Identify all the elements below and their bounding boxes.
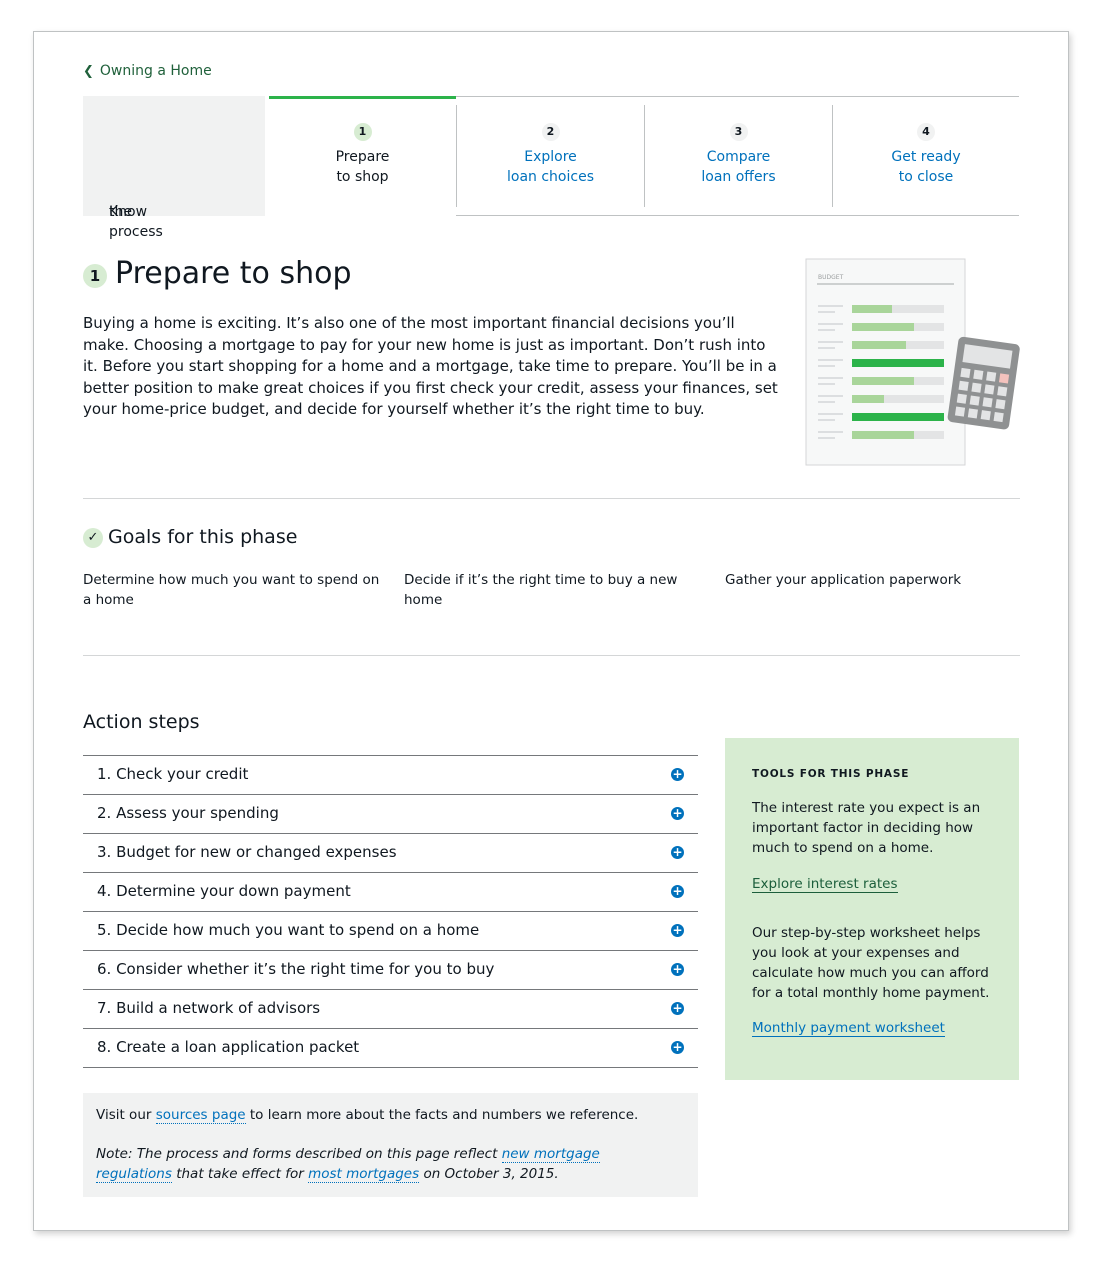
- tools-panel: TOOLS FOR THIS PHASE The interest rate y…: [725, 738, 1019, 1080]
- goal-item: Gather your application paperwork: [725, 572, 962, 588]
- action-step-item[interactable]: 6. Consider whether it’s the right time …: [83, 951, 698, 990]
- expand-plus-icon[interactable]: +: [671, 1041, 684, 1054]
- back-link[interactable]: ❮ Owning a Home: [83, 63, 212, 79]
- tab-label: to close: [898, 169, 954, 185]
- step-number-badge: 3: [729, 123, 748, 141]
- tab-label: Compare: [706, 149, 771, 165]
- tab-label: Get ready: [891, 149, 961, 165]
- action-step-item[interactable]: 3. Budget for new or changed expenses +: [83, 834, 698, 873]
- action-step-label: 8. Create a loan application packet: [97, 1038, 360, 1056]
- action-step-item[interactable]: 1. Check your credit +: [83, 756, 698, 795]
- section-divider: [83, 498, 1020, 499]
- expand-plus-icon[interactable]: +: [671, 807, 684, 820]
- sources-note: Visit our sources page to learn more abo…: [83, 1093, 698, 1197]
- goal-item: Determine how much you want to spend on …: [83, 572, 380, 608]
- goal-item: Decide if it’s the right time to buy a n…: [404, 572, 678, 608]
- tab-label: loan choices: [507, 169, 594, 185]
- tools-text: The interest rate you expect is an impor…: [752, 800, 981, 856]
- action-step-label: 3. Budget for new or changed expenses: [97, 843, 397, 861]
- action-step-item[interactable]: 4. Determine your down payment +: [83, 873, 698, 912]
- tab-explore-loan-choices[interactable]: 2 Explore loan choices: [457, 96, 644, 216]
- note-text: that take effect for: [171, 1166, 309, 1182]
- back-label: Owning a Home: [99, 63, 212, 79]
- step-number-badge: 1: [353, 123, 372, 141]
- chevron-left-icon: ❮: [83, 64, 94, 79]
- expand-plus-icon[interactable]: +: [671, 963, 684, 976]
- action-step-label: 2. Assess your spending: [97, 804, 279, 822]
- action-step-item[interactable]: 5. Decide how much you want to spend on …: [83, 912, 698, 951]
- tools-caption: TOOLS FOR THIS PHASE: [752, 768, 910, 780]
- explore-interest-rates-link[interactable]: Explore interest rates: [752, 876, 898, 893]
- step-number-badge: 4: [917, 123, 935, 141]
- budget-label: BUDGET: [818, 274, 844, 281]
- tab-label: to shop: [336, 169, 389, 185]
- tools-text: Our step-by-step worksheet helps you loo…: [752, 925, 990, 1001]
- action-step-label: 1. Check your credit: [97, 765, 249, 783]
- tab-get-ready-to-close[interactable]: 4 Get ready to close: [833, 96, 1019, 216]
- tabs-bottom-border: [456, 215, 1019, 216]
- intro-paragraph: Buying a home is exciting. It’s also one…: [83, 314, 778, 418]
- tab-know-process[interactable]: Know the process: [83, 96, 265, 240]
- calculator-icon: [947, 336, 1020, 430]
- step-number-badge: 2: [541, 123, 560, 141]
- action-step-label: 5. Decide how much you want to spend on …: [97, 921, 480, 939]
- tab-label: Explore: [524, 149, 577, 165]
- sources-page-link[interactable]: sources page: [155, 1107, 246, 1124]
- phase-number-badge: 1: [83, 264, 107, 288]
- action-steps-heading: Action steps: [83, 711, 200, 733]
- action-step-item[interactable]: 8. Create a loan application packet +: [83, 1029, 698, 1068]
- action-step-label: 7. Build a network of advisors: [97, 999, 321, 1017]
- expand-plus-icon[interactable]: +: [671, 846, 684, 859]
- monthly-payment-worksheet-link[interactable]: Monthly payment worksheet: [752, 1020, 945, 1037]
- tab-compare-loan-offers[interactable]: 3 Compare loan offers: [645, 96, 832, 216]
- tab-label: loan offers: [701, 169, 776, 185]
- note-text: on October 3, 2015.: [419, 1166, 559, 1182]
- section-divider: [83, 655, 1020, 656]
- goals-heading: Goals for this phase: [108, 526, 298, 548]
- action-step-item[interactable]: 2. Assess your spending +: [83, 795, 698, 834]
- expand-plus-icon[interactable]: +: [671, 885, 684, 898]
- action-step-label: 4. Determine your down payment: [97, 882, 351, 900]
- expand-plus-icon[interactable]: +: [671, 924, 684, 937]
- tab-prepare-to-shop[interactable]: 1 Prepare to shop: [269, 96, 456, 219]
- tab-label: Prepare: [335, 149, 390, 165]
- expand-plus-icon[interactable]: +: [671, 768, 684, 781]
- checkmark-icon: ✓: [83, 528, 103, 548]
- action-steps-list: 1. Check your credit + 2. Assess your spe…: [83, 755, 698, 1068]
- most-mortgages-link[interactable]: most mortgages: [308, 1166, 420, 1183]
- page-title: Prepare to shop: [115, 256, 352, 291]
- budget-calculator-illustration: BUDGET: [805, 258, 1020, 466]
- action-step-item[interactable]: 7. Build a network of advisors +: [83, 990, 698, 1029]
- expand-plus-icon[interactable]: +: [671, 1002, 684, 1015]
- tab-label: the process: [109, 204, 163, 240]
- action-step-label: 6. Consider whether it’s the right time …: [97, 960, 495, 978]
- note-text: to learn more about the facts and number…: [245, 1107, 639, 1123]
- note-text: Note: The process and forms described on…: [96, 1146, 502, 1162]
- note-text: Visit our: [96, 1107, 156, 1123]
